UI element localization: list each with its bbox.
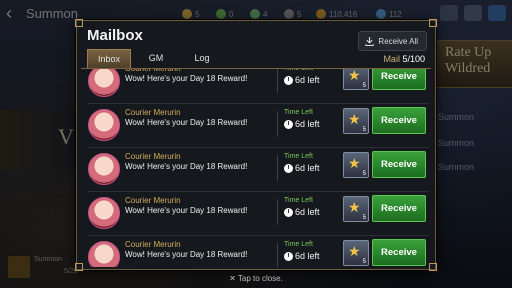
clock-icon xyxy=(284,75,293,85)
tab-log[interactable]: Log xyxy=(181,49,223,67)
time-left-label: Time Left xyxy=(284,109,313,116)
reward-item[interactable]: ★ 5 xyxy=(343,108,369,134)
mail-row: Courier MerurinWow! Here's your Day 18 R… xyxy=(81,149,429,192)
mail-message: Wow! Here's your Day 18 Reward! xyxy=(125,118,248,127)
time-left-label: Time Left xyxy=(284,197,313,204)
tap-to-close[interactable]: ✕ Tap to close. xyxy=(0,274,512,283)
star-icon: ★ xyxy=(348,243,361,259)
divider xyxy=(277,111,278,137)
reward-quantity: 5 xyxy=(362,215,366,221)
clock-icon xyxy=(284,119,293,129)
mail-row: Courier MerurinWow! Here's your Day 18 R… xyxy=(81,105,429,148)
sender-avatar xyxy=(88,241,120,267)
time-left-value: 6d left xyxy=(284,75,320,85)
sender-name: Courier Merurin xyxy=(125,108,181,117)
row-divider xyxy=(87,235,429,236)
download-icon xyxy=(365,36,375,46)
sender-name: Courier Merurin xyxy=(125,240,181,249)
divider xyxy=(277,199,278,225)
divider xyxy=(277,155,278,181)
reward-quantity: 5 xyxy=(362,83,366,89)
receive-button[interactable]: Receive xyxy=(372,107,426,134)
reward-item[interactable]: ★ 5 xyxy=(343,69,369,90)
mailbox-title: Mailbox xyxy=(87,27,143,44)
mailbox-dialog: Mailbox Receive All Inbox GM Log Mail 5/… xyxy=(75,19,437,271)
sender-name: Courier Merurin xyxy=(125,196,181,205)
time-left-value: 6d left xyxy=(284,207,320,217)
mail-row: Courier MerurinWow! Here's your Day 18 R… xyxy=(81,69,429,104)
sender-avatar xyxy=(88,109,120,141)
mail-list[interactable]: Courier MerurinWow! Here's your Day 18 R… xyxy=(81,69,429,267)
time-left-value: 6d left xyxy=(284,163,320,173)
mail-message: Wow! Here's your Day 18 Reward! xyxy=(125,250,248,259)
time-left-label: Time Left xyxy=(284,69,313,72)
corner-ornament xyxy=(429,263,437,271)
sender-avatar xyxy=(88,69,120,97)
star-icon: ★ xyxy=(348,199,361,215)
star-icon: ★ xyxy=(348,111,361,127)
row-divider xyxy=(87,147,429,148)
star-icon: ★ xyxy=(348,155,361,171)
clock-icon xyxy=(284,207,293,217)
tab-gm[interactable]: GM xyxy=(135,49,177,67)
row-divider xyxy=(87,191,429,192)
time-left-label: Time Left xyxy=(284,153,313,160)
mail-message: Wow! Here's your Day 18 Reward! xyxy=(125,74,248,83)
mail-row: Courier MerurinWow! Here's your Day 18 R… xyxy=(81,237,429,267)
mail-message: Wow! Here's your Day 18 Reward! xyxy=(125,206,248,215)
receive-button[interactable]: Receive xyxy=(372,195,426,222)
receive-all-button[interactable]: Receive All xyxy=(358,31,427,51)
reward-quantity: 5 xyxy=(362,127,366,133)
row-divider xyxy=(87,103,429,104)
sender-name: Courier Merurin xyxy=(125,152,181,161)
time-left-value: 6d left xyxy=(284,119,320,129)
mail-count: Mail 5/100 xyxy=(383,54,425,64)
clock-icon xyxy=(284,251,293,261)
divider xyxy=(277,69,278,93)
reward-item[interactable]: ★ 5 xyxy=(343,196,369,222)
corner-ornament xyxy=(75,19,83,27)
receive-button[interactable]: Receive xyxy=(372,69,426,90)
receive-button[interactable]: Receive xyxy=(372,151,426,178)
tab-inbox[interactable]: Inbox xyxy=(87,49,131,68)
close-icon: ✕ xyxy=(229,274,236,283)
reward-item[interactable]: ★ 5 xyxy=(343,152,369,178)
divider xyxy=(277,243,278,267)
mailbox-tabs: Inbox GM Log xyxy=(87,49,227,69)
sender-avatar xyxy=(88,197,120,229)
star-icon: ★ xyxy=(348,69,361,83)
receive-button[interactable]: Receive xyxy=(372,239,426,266)
mail-row: Courier MerurinWow! Here's your Day 18 R… xyxy=(81,193,429,236)
sender-name: Courier Merurin xyxy=(125,69,181,73)
reward-item[interactable]: ★ 5 xyxy=(343,240,369,266)
corner-ornament xyxy=(429,19,437,27)
reward-quantity: 5 xyxy=(362,259,366,265)
time-left-value: 6d left xyxy=(284,251,320,261)
mail-message: Wow! Here's your Day 18 Reward! xyxy=(125,162,248,171)
sender-avatar xyxy=(88,153,120,185)
time-left-label: Time Left xyxy=(284,241,313,248)
reward-quantity: 5 xyxy=(362,171,366,177)
clock-icon xyxy=(284,163,293,173)
